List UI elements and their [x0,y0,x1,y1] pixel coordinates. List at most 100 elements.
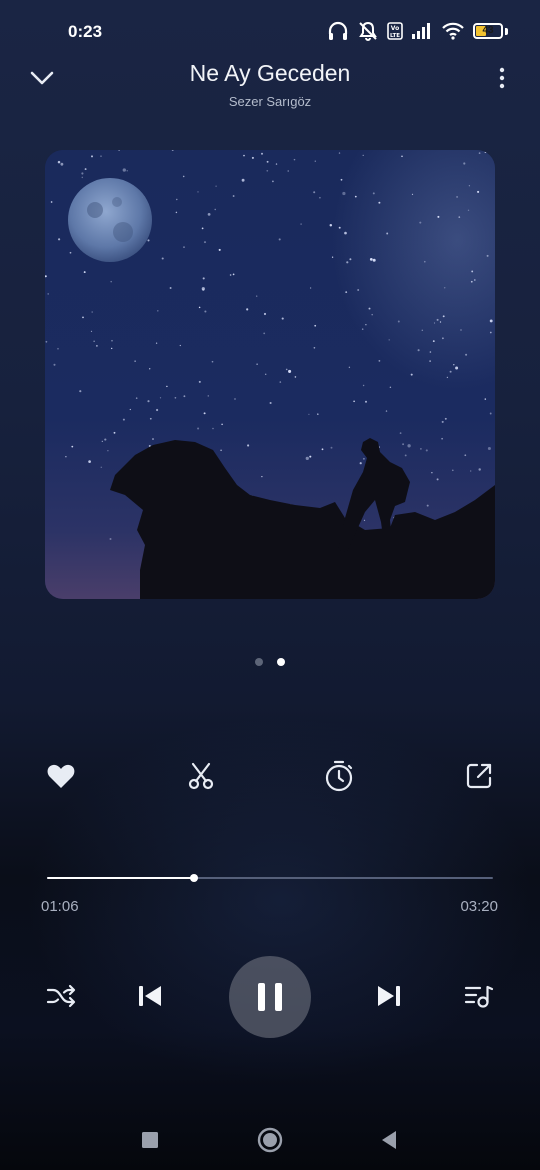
pager-dot[interactable] [255,658,263,666]
star [388,339,390,341]
seek-bar[interactable] [47,870,493,886]
song-artist[interactable]: Sezer Sarıgöz [90,94,450,109]
star [407,444,411,448]
status-time: 0:23 [68,22,103,41]
star [234,398,236,400]
star [401,155,403,158]
star [429,360,431,362]
star [135,397,138,399]
star [101,440,103,443]
pager-dot-active[interactable] [277,658,285,666]
star [308,413,310,416]
status-bar: 0:23 Vo LTE 43 [0,0,540,62]
star [338,226,341,229]
star [431,472,433,474]
star [204,310,207,313]
star [432,340,435,342]
more-options-button[interactable] [490,62,514,94]
star [437,215,440,218]
star [50,201,53,203]
star [365,400,367,403]
star [256,295,258,297]
star [45,340,48,343]
star [321,448,324,451]
star [369,258,373,261]
star [436,318,439,321]
star [467,209,470,211]
scissors-icon [188,762,214,790]
collapse-button[interactable] [24,64,60,92]
star [113,431,116,434]
star [465,353,468,356]
star [441,437,443,440]
cut-ringtone-button[interactable] [181,756,221,796]
album-art[interactable] [45,150,495,599]
star [449,370,452,373]
star [473,279,476,281]
star [385,410,388,412]
star [455,366,459,370]
elapsed-time: 01:06 [41,898,79,915]
star [487,446,491,451]
pause-button[interactable] [229,956,311,1038]
star [470,280,473,283]
previous-button[interactable] [133,979,167,1013]
star [156,408,159,412]
star [198,306,201,309]
star [122,168,126,172]
star [451,469,454,472]
star [100,466,103,469]
share-button[interactable] [459,756,499,796]
star [484,398,487,400]
sleep-timer-button[interactable] [319,756,359,796]
shuffle-icon [46,984,76,1008]
queue-button[interactable] [462,979,496,1013]
wifi-icon [441,22,465,40]
star [269,401,272,405]
queue-icon [464,985,494,1008]
star [260,152,264,155]
star [218,248,221,251]
skip-previous-icon [139,986,161,1006]
album-art-image [45,150,495,599]
star [179,344,181,347]
seek-thumb[interactable] [190,874,199,882]
star [433,322,436,324]
star [345,291,348,293]
star [71,445,74,448]
star [111,339,113,342]
star [197,191,199,193]
star [484,151,487,154]
star [183,246,185,248]
next-button[interactable] [372,979,406,1013]
star [47,293,50,295]
star [232,195,235,197]
seek-fill [47,877,195,879]
star [470,470,472,472]
favorite-button[interactable] [41,756,81,796]
home-button[interactable] [252,1122,288,1158]
star [91,155,93,158]
status-icons: Vo LTE 43 [327,18,508,44]
star [421,329,424,332]
total-time: 03:20 [460,898,498,915]
star [446,376,449,379]
star [159,397,162,399]
battery-level: 43 [482,25,494,36]
battery-cap [505,27,508,35]
timer-icon [325,760,353,792]
star [362,154,364,157]
back-button[interactable] [371,1122,407,1158]
star [88,460,91,463]
star [460,329,462,331]
star [489,412,492,415]
star [426,504,429,507]
star [368,307,371,310]
star [372,258,376,262]
svg-text:Vo: Vo [391,25,399,32]
star [53,363,56,366]
shuffle-button[interactable] [44,981,78,1011]
star [314,324,317,327]
recents-button[interactable] [132,1122,168,1158]
star [84,168,87,171]
